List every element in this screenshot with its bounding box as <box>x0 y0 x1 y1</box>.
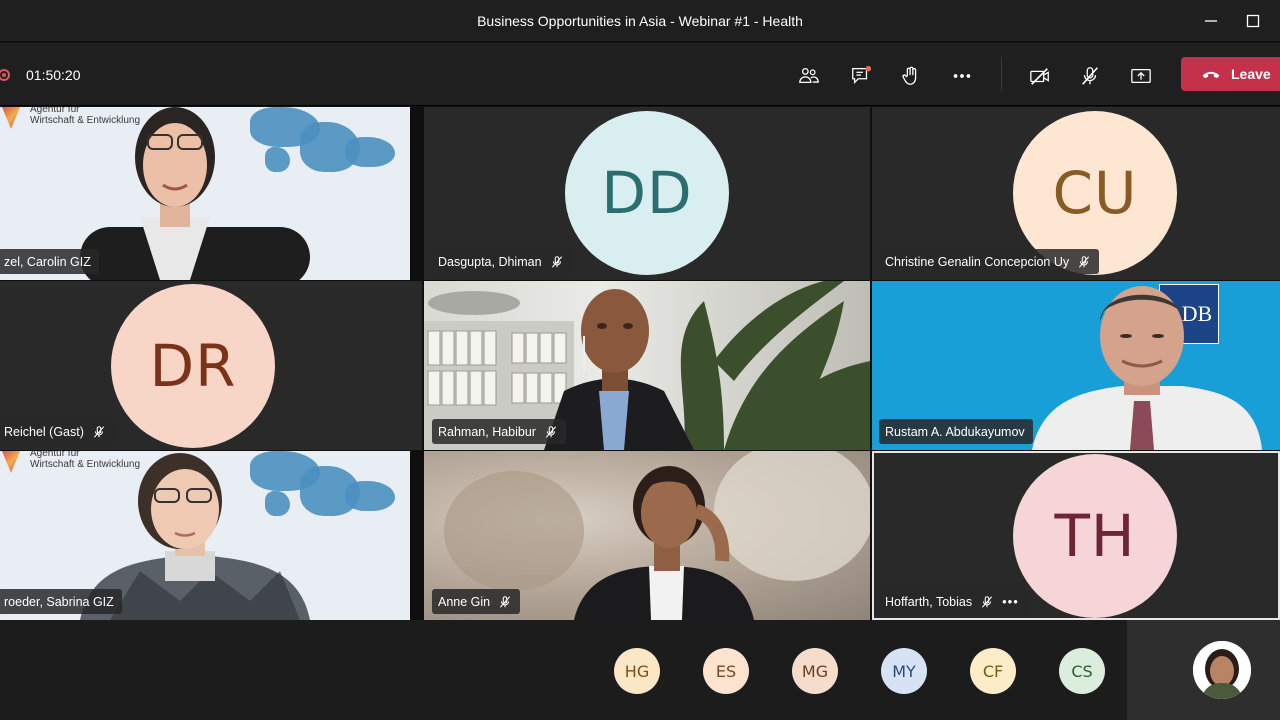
participant-tile[interactable]: Rahman, Habibur <box>424 281 870 450</box>
mic-off-icon[interactable] <box>1077 63 1103 89</box>
participant-tile[interactable]: ADB Rustam A. Abdukayumov <box>872 281 1280 450</box>
participant-name-tag: Hoffarth, Tobias ••• <box>879 589 1027 614</box>
title-bar: Business Opportunities in Asia - Webinar… <box>0 0 1280 42</box>
participant-tile[interactable]: DD Dasgupta, Dhiman <box>424 107 870 280</box>
overflow-avatar[interactable]: MY <box>881 648 927 694</box>
participant-tile[interactable]: TH Hoffarth, Tobias ••• <box>872 451 1280 620</box>
chat-icon[interactable] <box>848 63 874 89</box>
participant-tile[interactable]: CU Christine Genalin Concepcion Uy <box>872 107 1280 280</box>
avatar: DR <box>111 284 275 448</box>
participant-tile[interactable]: Agentur für Wirtschaft & Entwicklung roe… <box>0 451 410 620</box>
overflow-avatar[interactable]: MG <box>792 648 838 694</box>
participant-name: roeder, Sabrina GIZ <box>4 594 114 609</box>
overflow-avatar[interactable]: ES <box>703 648 749 694</box>
participant-name-tag: Anne Gin <box>432 589 521 614</box>
map-graphic <box>345 137 395 167</box>
mic-off-icon <box>93 425 104 438</box>
giz-logo <box>2 107 20 129</box>
participant-name: Rahman, Habibur <box>438 424 536 439</box>
window-title: Business Opportunities in Asia - Webinar… <box>477 13 803 29</box>
mic-off-icon <box>551 255 562 268</box>
more-options-icon[interactable]: ••• <box>1002 594 1019 609</box>
participant-name: Reichel (Gast) <box>4 424 84 439</box>
participants-icon[interactable] <box>796 63 822 89</box>
participant-name: Christine Genalin Concepcion Uy <box>885 254 1070 269</box>
meeting-toolbar: 01:50:20 Leave <box>0 43 1280 106</box>
participant-name-tag: Rustam A. Abdukayumov <box>879 419 1033 444</box>
participant-tile[interactable]: DR Reichel (Gast) <box>0 281 422 450</box>
share-icon[interactable] <box>1128 63 1154 89</box>
participant-grid: Agentur für Wirtschaft & Entwicklung zel… <box>0 107 1280 620</box>
minimize-icon[interactable] <box>1198 8 1224 34</box>
participant-name-tag: Rahman, Habibur <box>432 419 566 444</box>
avatar: DD <box>565 111 729 275</box>
leave-button[interactable]: Leave <box>1181 57 1280 91</box>
participant-name-tag: roeder, Sabrina GIZ <box>0 589 122 614</box>
avatar: TH <box>1013 454 1177 618</box>
participant-name-tag: Christine Genalin Concepcion Uy <box>879 249 1100 274</box>
giz-logo <box>2 451 20 473</box>
raise-hand-icon[interactable] <box>898 63 924 89</box>
self-avatar[interactable] <box>1193 641 1251 699</box>
self-video <box>1193 641 1251 699</box>
participant-name-tag: Dasgupta, Dhiman <box>432 249 572 274</box>
participant-tile[interactable]: Agentur für Wirtschaft & Entwicklung zel… <box>0 107 410 280</box>
participant-name: zel, Carolin GIZ <box>4 254 91 269</box>
maximize-icon[interactable] <box>1240 8 1266 34</box>
recording-dot-icon <box>0 69 10 81</box>
overflow-avatar[interactable]: CF <box>970 648 1016 694</box>
mic-off-icon <box>500 595 511 608</box>
mic-off-icon <box>982 595 993 608</box>
participant-tile[interactable]: Anne Gin <box>424 451 870 620</box>
overflow-participants-bar: HG ES MG MY CF CS <box>0 620 1280 720</box>
overflow-avatar[interactable]: HG <box>614 648 660 694</box>
participant-name: Hoffarth, Tobias <box>885 594 973 609</box>
mic-off-icon <box>545 425 557 438</box>
participant-name: Rustam A. Abdukayumov <box>885 424 1025 439</box>
camera-off-icon[interactable] <box>1027 63 1053 89</box>
meeting-timer: 01:50:20 <box>26 67 81 83</box>
mic-off-icon <box>1079 255 1090 268</box>
leave-label: Leave <box>1231 66 1271 82</box>
overflow-avatar[interactable]: CS <box>1059 648 1105 694</box>
toolbar-divider <box>1001 57 1002 91</box>
hang-up-icon <box>1202 71 1220 79</box>
participant-name-tag: Reichel (Gast) <box>0 419 114 444</box>
participant-name-tag: zel, Carolin GIZ <box>0 249 99 274</box>
participant-video <box>1032 286 1262 450</box>
participant-name: Dasgupta, Dhiman <box>438 254 542 269</box>
participant-name: Anne Gin <box>438 594 491 609</box>
more-icon[interactable] <box>949 63 975 89</box>
map-graphic <box>345 481 395 511</box>
